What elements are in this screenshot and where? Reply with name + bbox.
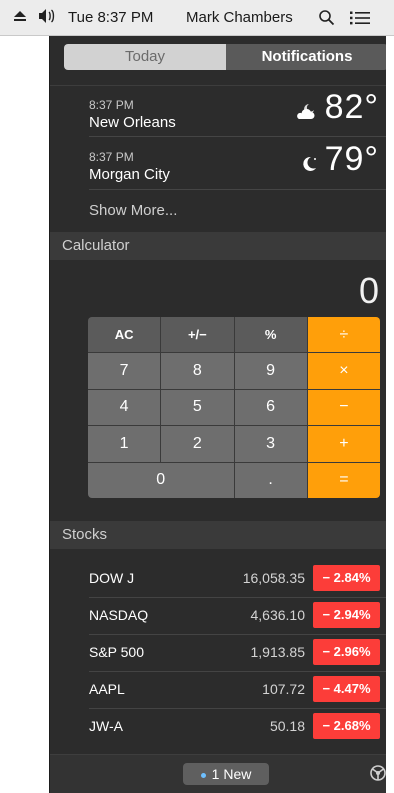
divider: [89, 136, 394, 137]
weather-item[interactable]: 8:37 PM Morgan City 79°: [89, 140, 379, 200]
calc-key-plus-minus[interactable]: +/−: [161, 317, 234, 353]
calc-key-0[interactable]: 0: [88, 462, 234, 498]
show-more-link[interactable]: Show More...: [89, 202, 177, 219]
new-indicator-dot-icon: [200, 772, 206, 778]
calc-key-equals[interactable]: =: [307, 462, 380, 498]
divider: [50, 85, 394, 86]
stock-change-badge[interactable]: − 2.94%: [313, 602, 380, 628]
panel-footer: 1 New: [50, 754, 394, 793]
calc-key-clear[interactable]: AC: [88, 317, 161, 353]
stock-symbol: NASDAQ: [89, 607, 149, 623]
eject-icon[interactable]: [14, 11, 26, 22]
new-notifications-button[interactable]: 1 New: [183, 763, 269, 785]
calc-key-minus[interactable]: −: [307, 389, 380, 426]
calc-key-multiply[interactable]: ×: [307, 353, 380, 389]
stock-symbol: AAPL: [89, 681, 125, 697]
calc-key-7[interactable]: 7: [88, 353, 161, 389]
notification-center-icon[interactable]: [349, 10, 371, 32]
stock-row[interactable]: AAPL 107.72 − 4.47%: [89, 671, 380, 707]
weather-time: 8:37 PM: [89, 98, 134, 112]
tab-today[interactable]: Today: [64, 44, 226, 70]
stock-row[interactable]: JW-A 50.18 − 2.68%: [89, 708, 380, 744]
stock-symbol: S&P 500: [89, 644, 145, 660]
stock-price: 1,913.85: [250, 644, 306, 660]
calculator-keypad: AC +/− % ÷ 7 8 9 × 4 5 6 − 1 2 3 + 0 . =: [88, 317, 380, 498]
calc-key-9[interactable]: 9: [234, 353, 307, 389]
weather-city: Morgan City: [89, 166, 170, 183]
weather-temperature: 79°: [324, 140, 379, 178]
stock-row[interactable]: S&P 500 1,913.85 − 2.96%: [89, 634, 380, 670]
stock-price: 16,058.35: [242, 570, 305, 586]
stock-price: 4,636.10: [250, 607, 306, 623]
calc-key-1[interactable]: 1: [88, 426, 161, 462]
calculator-display: 0: [358, 270, 379, 311]
stock-symbol: JW-A: [89, 718, 123, 734]
stock-price: 50.18: [269, 718, 305, 734]
calculator-header: Calculator: [50, 232, 394, 260]
weather-city: New Orleans: [89, 114, 176, 131]
calc-key-percent[interactable]: %: [234, 317, 307, 353]
calc-key-2[interactable]: 2: [161, 426, 234, 462]
divider: [89, 189, 394, 190]
screen-edge: [386, 36, 394, 793]
stock-change-badge[interactable]: − 2.96%: [313, 639, 380, 665]
calc-key-divide[interactable]: ÷: [307, 317, 380, 353]
stock-change-badge[interactable]: − 2.84%: [313, 565, 380, 591]
weather-temperature: 82°: [324, 88, 379, 126]
stock-row[interactable]: DOW J 16,058.35 − 2.84%: [89, 560, 380, 596]
tab-notifications[interactable]: Notifications: [226, 44, 388, 70]
calc-key-3[interactable]: 3: [234, 426, 307, 462]
calc-key-6[interactable]: 6: [234, 389, 307, 426]
stock-row[interactable]: NASDAQ 4,636.10 − 2.94%: [89, 597, 380, 633]
volume-icon[interactable]: [37, 7, 57, 31]
menubar-clock[interactable]: Tue 8:37 PM: [68, 8, 153, 28]
widget-settings-icon[interactable]: [369, 764, 387, 782]
stock-symbol: DOW J: [89, 570, 135, 586]
stock-price: 107.72: [262, 681, 305, 697]
stocks-header: Stocks: [50, 521, 394, 549]
calc-key-5[interactable]: 5: [161, 389, 234, 426]
calc-key-4[interactable]: 4: [88, 389, 161, 426]
stock-change-badge[interactable]: − 2.68%: [313, 713, 380, 739]
notification-center-panel: Today Notifications 8:37 PM New Orleans …: [49, 36, 394, 793]
new-notifications-label: 1 New: [211, 766, 252, 782]
spotlight-search-icon[interactable]: [318, 9, 336, 33]
calc-key-plus[interactable]: +: [307, 426, 380, 462]
menubar-user-name[interactable]: Mark Chambers: [186, 8, 293, 28]
calc-key-decimal[interactable]: .: [234, 462, 307, 498]
calc-key-8[interactable]: 8: [161, 353, 234, 389]
stock-change-badge[interactable]: − 4.47%: [313, 676, 380, 702]
weather-time: 8:37 PM: [89, 150, 134, 164]
partly-cloudy-night-icon: [295, 102, 319, 128]
clear-night-icon: [301, 154, 319, 180]
view-segmented-control: Today Notifications: [64, 44, 388, 70]
menu-bar: Tue 8:37 PM Mark Chambers: [0, 0, 394, 36]
